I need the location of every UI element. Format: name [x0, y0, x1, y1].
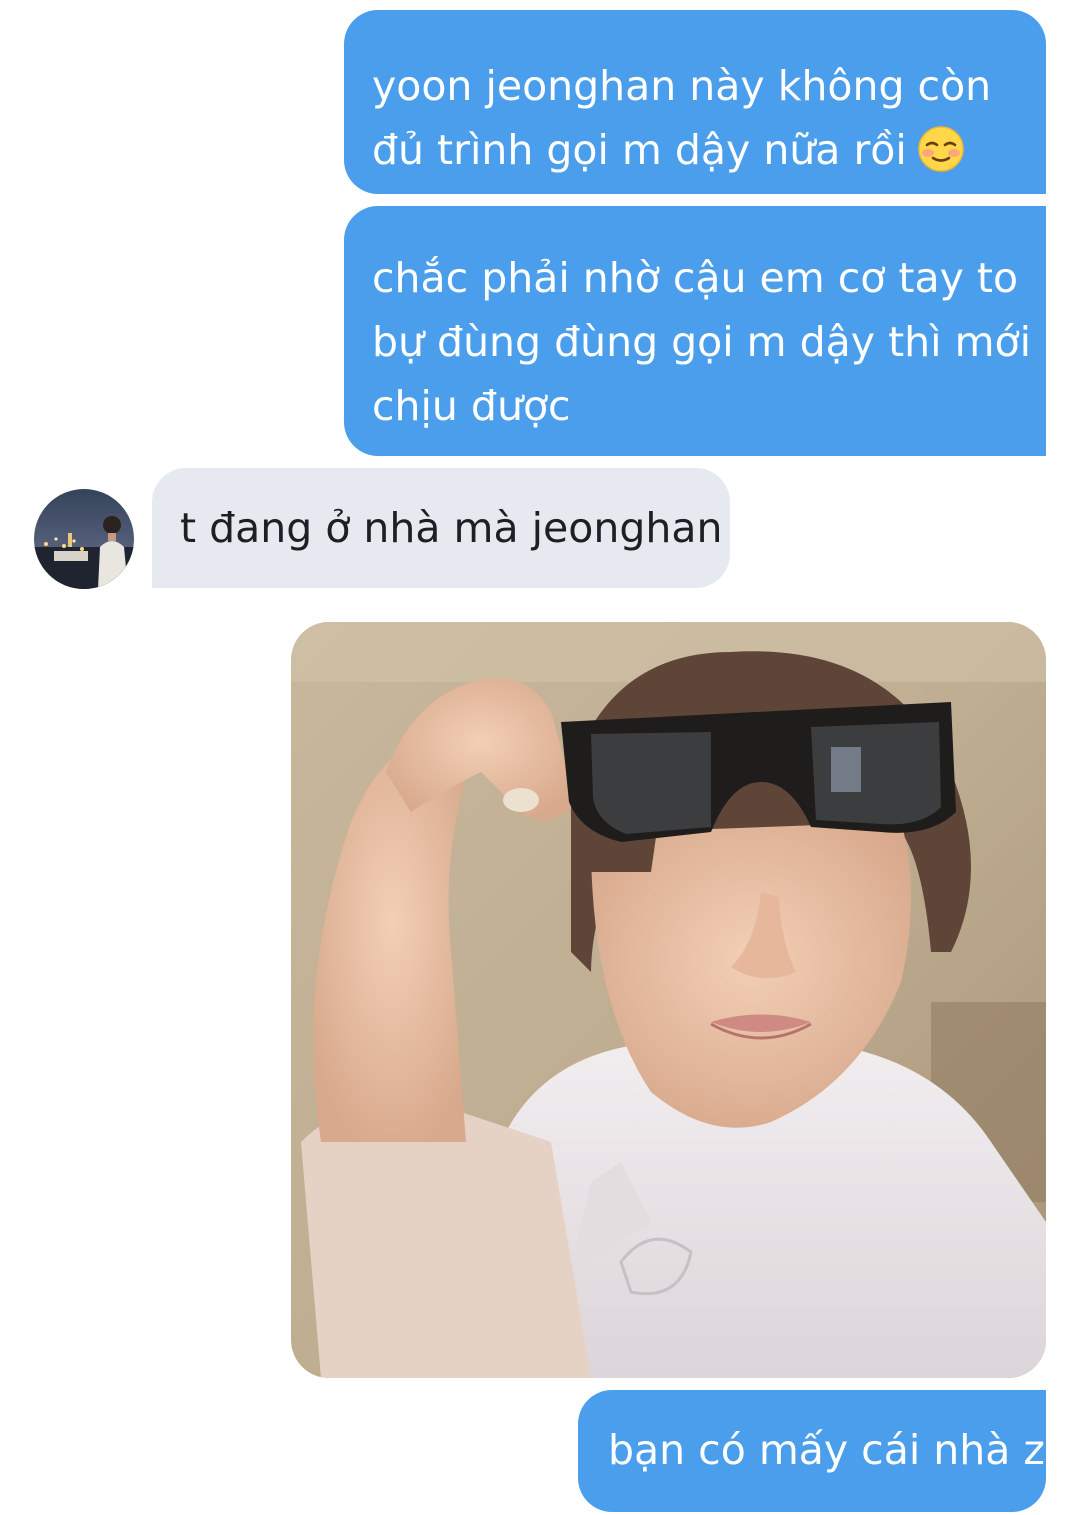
friend-avatar[interactable]	[34, 489, 134, 589]
message-text-line: bự đùng đùng gọi m dậy thì mới	[372, 318, 1032, 366]
friend-avatar-image	[34, 489, 134, 589]
message-text-line: yoon jeonghan này không còn	[372, 62, 992, 110]
photo-image	[291, 622, 1046, 1378]
smiling-blush-emoji-icon	[918, 126, 964, 172]
message-text-line: t đang ở nhà mà jeonghan	[180, 504, 723, 552]
outgoing-message-bubble[interactable]: yoon jeonghan này không còn đủ trình gọi…	[344, 10, 1046, 194]
message-text-line: chịu được	[372, 382, 571, 430]
message-text-line: đủ trình gọi m dậy nữa rồi	[372, 118, 1018, 182]
outgoing-message-bubble[interactable]: chắc phải nhờ cậu em cơ tay to bự đùng đ…	[344, 206, 1046, 456]
selfie-with-sunglasses-photo[interactable]	[291, 622, 1046, 1378]
message-text-line: bạn có mấy cái nhà z	[608, 1426, 1045, 1474]
outgoing-message-bubble[interactable]: bạn có mấy cái nhà z	[578, 1390, 1046, 1512]
message-text-line: chắc phải nhờ cậu em cơ tay to	[372, 254, 1019, 302]
incoming-message-bubble[interactable]: t đang ở nhà mà jeonghan	[152, 468, 730, 588]
